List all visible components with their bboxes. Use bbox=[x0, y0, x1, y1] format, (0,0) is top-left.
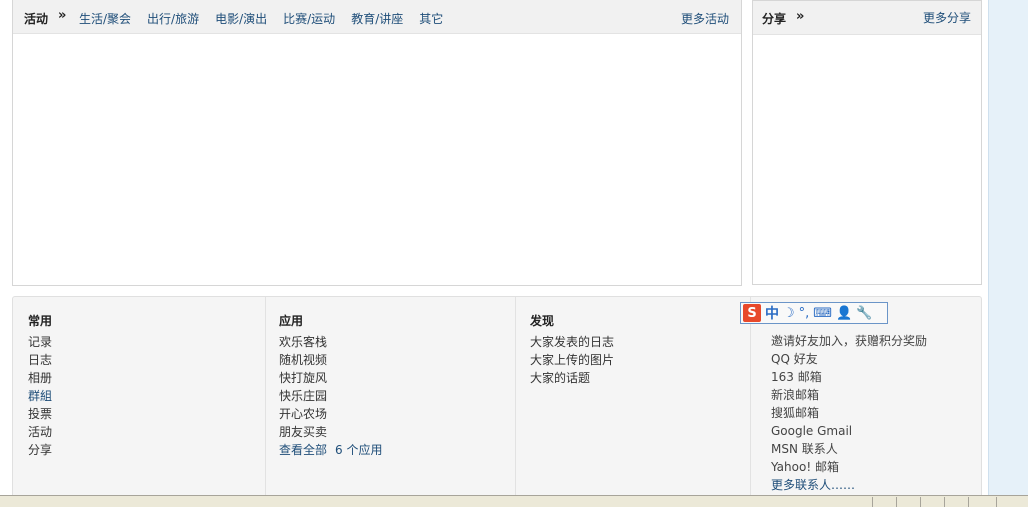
activity-panel: 活动 » 生活/聚会 出行/旅游 电影/演出 比赛/运动 教育/讲座 其它 更多… bbox=[12, 0, 742, 286]
common-title: 常用 bbox=[28, 314, 53, 328]
status-segment bbox=[920, 497, 921, 507]
invite-163-mail[interactable]: 163 邮箱 bbox=[771, 369, 927, 387]
status-segment bbox=[996, 497, 997, 507]
ime-chinese-mode-icon[interactable]: 中 bbox=[765, 303, 779, 323]
invite-sohu-mail[interactable]: 搜狐邮箱 bbox=[771, 405, 927, 423]
ime-user-icon[interactable]: 👤 bbox=[836, 306, 852, 321]
status-segment bbox=[896, 497, 897, 507]
common-item-activity[interactable]: 活动 bbox=[28, 424, 52, 442]
activity-title: 活动 bbox=[24, 12, 49, 26]
tab-movie-show[interactable]: 电影/演出 bbox=[215, 10, 267, 27]
discover-title: 发现 bbox=[530, 314, 555, 328]
more-contacts-link[interactable]: 更多联系人…… bbox=[771, 477, 927, 495]
apps-column: 应用 欢乐客栈 随机视频 快打旋风 快乐庄园 开心农场 朋友买卖 查看全部 6 个… bbox=[265, 297, 516, 502]
right-background-strip bbox=[988, 0, 1028, 495]
tab-life-party[interactable]: 生活/聚会 bbox=[79, 10, 131, 27]
invite-column: 邀请好友加入，获赠积分奖励 QQ 好友 163 邮箱 新浪邮箱 搜狐邮箱 Goo… bbox=[750, 297, 982, 502]
sogou-logo-icon[interactable]: S bbox=[743, 304, 761, 322]
discover-item-blogs[interactable]: 大家发表的日志 bbox=[530, 334, 614, 352]
invite-qq[interactable]: QQ 好友 bbox=[771, 351, 927, 369]
browser-status-bar bbox=[0, 495, 1028, 507]
tab-other[interactable]: 其它 bbox=[419, 10, 443, 27]
discover-item-topics[interactable]: 大家的话题 bbox=[530, 370, 614, 388]
apps-title: 应用 bbox=[279, 314, 304, 328]
share-header: 分享 » 更多分享 bbox=[753, 1, 981, 35]
share-title: 分享 bbox=[762, 12, 787, 26]
common-item-records[interactable]: 记录 bbox=[28, 334, 52, 352]
ime-halfwidth-moon-icon[interactable]: ☽ bbox=[783, 306, 795, 321]
invite-msn[interactable]: MSN 联系人 bbox=[771, 441, 927, 459]
ime-punctuation-icon[interactable]: °, bbox=[799, 306, 810, 321]
app-count-link[interactable]: 6 个应用 bbox=[335, 443, 382, 457]
common-item-album[interactable]: 相册 bbox=[28, 370, 52, 388]
activity-tabs: 生活/聚会 出行/旅游 电影/演出 比赛/运动 教育/讲座 其它 bbox=[79, 10, 443, 27]
common-item-vote[interactable]: 投票 bbox=[28, 406, 52, 424]
common-item-share[interactable]: 分享 bbox=[28, 442, 52, 460]
discover-column: 发现 大家发表的日志 大家上传的图片 大家的话题 bbox=[515, 297, 751, 502]
status-segment bbox=[968, 497, 969, 507]
activity-header: 活动 » 生活/聚会 出行/旅游 电影/演出 比赛/运动 教育/讲座 其它 更多… bbox=[13, 0, 741, 34]
common-list: 记录 日志 相册 群組 投票 活动 分享 bbox=[28, 334, 52, 460]
common-column: 常用 记录 日志 相册 群組 投票 活动 分享 bbox=[28, 297, 264, 502]
invite-friends-text[interactable]: 邀请好友加入，获赠积分奖励 bbox=[771, 333, 927, 351]
invite-sina-mail[interactable]: 新浪邮箱 bbox=[771, 387, 927, 405]
more-activities-link[interactable]: 更多活动 bbox=[681, 10, 729, 27]
share-panel: 分享 » 更多分享 bbox=[752, 0, 982, 285]
activity-chevron-icon: » bbox=[58, 8, 67, 23]
app-item-friend-trade[interactable]: 朋友买卖 bbox=[279, 424, 382, 442]
view-all-apps-link[interactable]: 查看全部 bbox=[279, 443, 327, 457]
discover-item-photos[interactable]: 大家上传的图片 bbox=[530, 352, 614, 370]
app-item-inn[interactable]: 欢乐客栈 bbox=[279, 334, 382, 352]
tab-education[interactable]: 教育/讲座 bbox=[351, 10, 403, 27]
ime-toolbar[interactable]: S 中 ☽ °, ⌨ 👤 🔧 bbox=[740, 302, 888, 324]
tab-sports[interactable]: 比赛/运动 bbox=[283, 10, 335, 27]
app-item-happy-manor[interactable]: 快乐庄园 bbox=[279, 388, 382, 406]
common-item-blog[interactable]: 日志 bbox=[28, 352, 52, 370]
invite-list: 邀请好友加入，获赠积分奖励 QQ 好友 163 邮箱 新浪邮箱 搜狐邮箱 Goo… bbox=[771, 333, 927, 495]
tab-travel[interactable]: 出行/旅游 bbox=[147, 10, 199, 27]
discover-list: 大家发表的日志 大家上传的图片 大家的话题 bbox=[530, 334, 614, 388]
status-segment bbox=[872, 497, 873, 507]
share-chevron-icon: » bbox=[796, 9, 805, 24]
more-shares-link[interactable]: 更多分享 bbox=[923, 9, 971, 26]
footer-panel: 常用 记录 日志 相册 群組 投票 活动 分享 应用 欢乐客栈 随机视频 快打旋… bbox=[12, 296, 982, 502]
ime-settings-wrench-icon[interactable]: 🔧 bbox=[856, 306, 872, 321]
app-item-random-video[interactable]: 随机视频 bbox=[279, 352, 382, 370]
invite-gmail[interactable]: Google Gmail bbox=[771, 423, 927, 441]
status-segment bbox=[944, 497, 945, 507]
invite-yahoo-mail[interactable]: Yahoo! 邮箱 bbox=[771, 459, 927, 477]
apps-view-all-row: 查看全部 6 个应用 bbox=[279, 442, 382, 460]
ime-keyboard-icon[interactable]: ⌨ bbox=[813, 306, 832, 321]
common-item-groups[interactable]: 群組 bbox=[28, 388, 52, 406]
apps-list: 欢乐客栈 随机视频 快打旋风 快乐庄园 开心农场 朋友买卖 查看全部 6 个应用 bbox=[279, 334, 382, 460]
app-item-happy-farm[interactable]: 开心农场 bbox=[279, 406, 382, 424]
app-item-street-fighter[interactable]: 快打旋风 bbox=[279, 370, 382, 388]
